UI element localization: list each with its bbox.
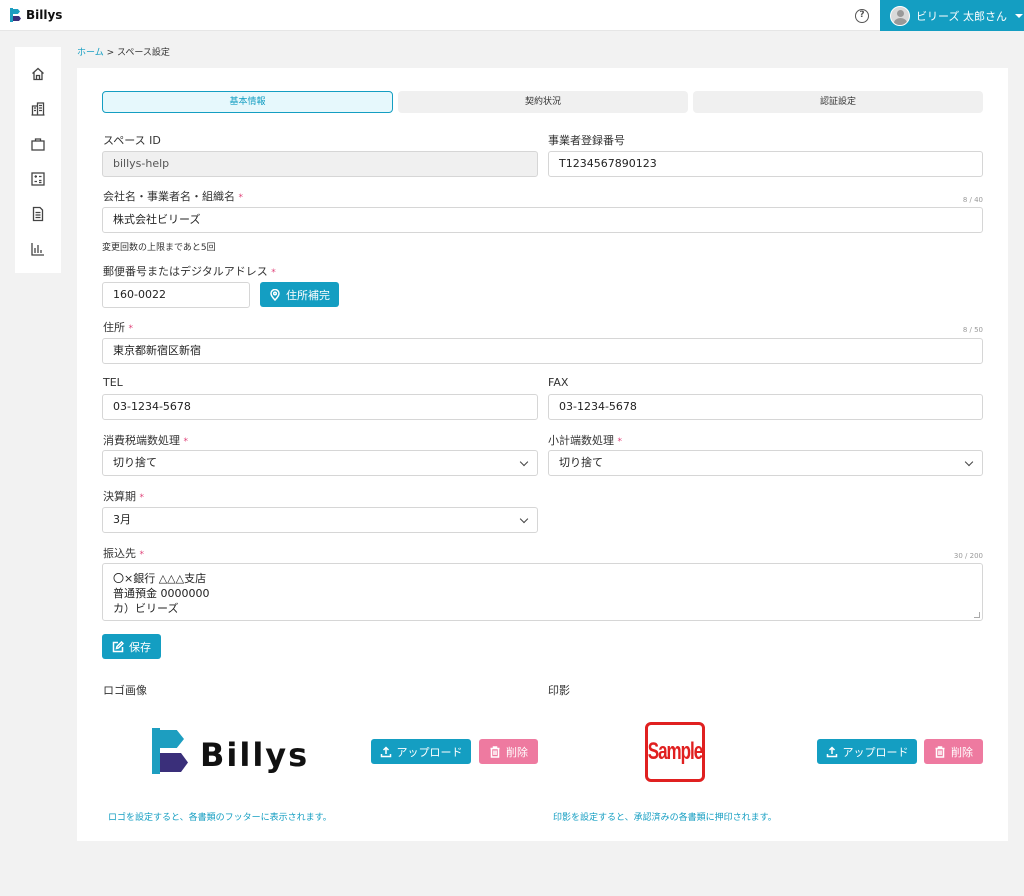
logo-delete-button[interactable]: 削除 <box>479 739 538 764</box>
address-input[interactable]: 東京都新宿区新宿 <box>102 338 983 364</box>
stamp-upload-button[interactable]: アップロード <box>817 739 917 764</box>
tel-input[interactable]: 03-1234-5678 <box>102 394 538 420</box>
building-icon[interactable] <box>30 101 46 117</box>
avatar <box>890 5 910 26</box>
fax-label: FAX <box>548 376 569 389</box>
bank-textarea[interactable]: 〇×銀行 △△△支店 普通預金 0000000 カ）ビリーズ <box>102 563 983 621</box>
calculator-icon[interactable] <box>30 171 46 187</box>
upload-icon <box>826 745 837 757</box>
caret-down-icon <box>1014 13 1023 18</box>
registration-no-input[interactable]: T1234567890123 <box>548 151 983 177</box>
registration-no-label: 事業者登録番号 <box>548 134 625 147</box>
edit-icon <box>112 640 124 652</box>
logo-text: Billys <box>200 736 310 774</box>
breadcrumb-current: スペース設定 <box>117 48 170 58</box>
billys-logo-icon <box>10 8 22 22</box>
app-logo[interactable]: Billys <box>10 8 62 22</box>
fax-input[interactable]: 03-1234-5678 <box>548 394 983 420</box>
document-icon[interactable] <box>30 206 46 222</box>
logo-note: ロゴを設定すると、各書類のフッターに表示されます。 <box>108 813 332 823</box>
stamp-preview: Sample <box>645 722 705 782</box>
stamp-delete-button[interactable]: 削除 <box>924 739 983 764</box>
subtotal-rounding-label: 小計端数処理 * <box>548 434 622 447</box>
space-id-label: スペース ID <box>103 134 161 147</box>
logo-section-label: ロゴ画像 <box>103 684 147 697</box>
tab-contract-status[interactable]: 契約状況 <box>398 91 688 113</box>
billys-logo-icon <box>152 728 188 774</box>
bank-counter: 30 / 200 <box>953 552 983 560</box>
save-button[interactable]: 保存 <box>102 634 161 659</box>
postal-input[interactable]: 160-0022 <box>102 282 250 308</box>
resize-handle[interactable] <box>974 612 980 618</box>
company-name-label: 会社名・事業者名・組織名 * <box>103 190 243 203</box>
stamp-section-label: 印影 <box>548 684 570 697</box>
company-name-input[interactable]: 株式会社ビリーズ <box>102 207 983 233</box>
stamp-note: 印影を設定すると、承認済みの各書類に押印されます。 <box>553 813 777 823</box>
breadcrumb-home[interactable]: ホーム <box>77 48 104 58</box>
space-id-field: billys-help <box>102 151 538 177</box>
home-icon[interactable] <box>30 66 46 82</box>
address-autocomplete-button[interactable]: 住所補完 <box>260 282 339 307</box>
chevron-down-icon <box>519 514 529 524</box>
user-name: ビリーズ 太郎さん <box>916 9 1007 23</box>
fiscal-month-label: 決算期 * <box>103 490 144 503</box>
tab-auth-settings[interactable]: 認証設定 <box>693 91 983 113</box>
tel-label: TEL <box>103 376 123 389</box>
app-name: Billys <box>26 8 63 22</box>
subtotal-rounding-select[interactable]: 切り捨て <box>548 450 983 476</box>
top-bar: Billys ? ビリーズ 太郎さん <box>0 0 1024 31</box>
map-pin-icon <box>270 288 280 301</box>
fiscal-month-select[interactable]: 3月 <box>102 507 538 533</box>
postal-label: 郵便番号またはデジタルアドレス * <box>103 265 276 278</box>
address-counter: 8 / 50 <box>962 326 983 334</box>
briefcase-icon[interactable] <box>30 136 46 152</box>
stamp-text: Sample <box>647 738 703 765</box>
breadcrumb: ホーム > スペース設定 <box>77 48 170 58</box>
address-label: 住所 * <box>103 321 133 334</box>
chevron-down-icon <box>519 457 529 467</box>
trash-icon <box>935 745 945 758</box>
tax-rounding-label: 消費税端数処理 * <box>103 434 188 447</box>
company-name-hint: 変更回数の上限まであと5回 <box>102 243 216 253</box>
logo-preview: Billys <box>152 728 309 774</box>
question-circle-icon[interactable]: ? <box>855 9 869 23</box>
tab-basic-info[interactable]: 基本情報 <box>102 91 393 113</box>
chevron-down-icon <box>964 457 974 467</box>
company-name-counter: 8 / 40 <box>962 196 983 204</box>
tax-rounding-select[interactable]: 切り捨て <box>102 450 538 476</box>
chart-icon[interactable] <box>30 241 46 257</box>
sidebar <box>15 47 61 273</box>
user-menu[interactable]: ビリーズ 太郎さん <box>880 0 1024 31</box>
logo-upload-button[interactable]: アップロード <box>371 739 471 764</box>
upload-icon <box>380 745 391 757</box>
trash-icon <box>490 745 500 758</box>
bank-label: 振込先 * <box>103 547 144 560</box>
